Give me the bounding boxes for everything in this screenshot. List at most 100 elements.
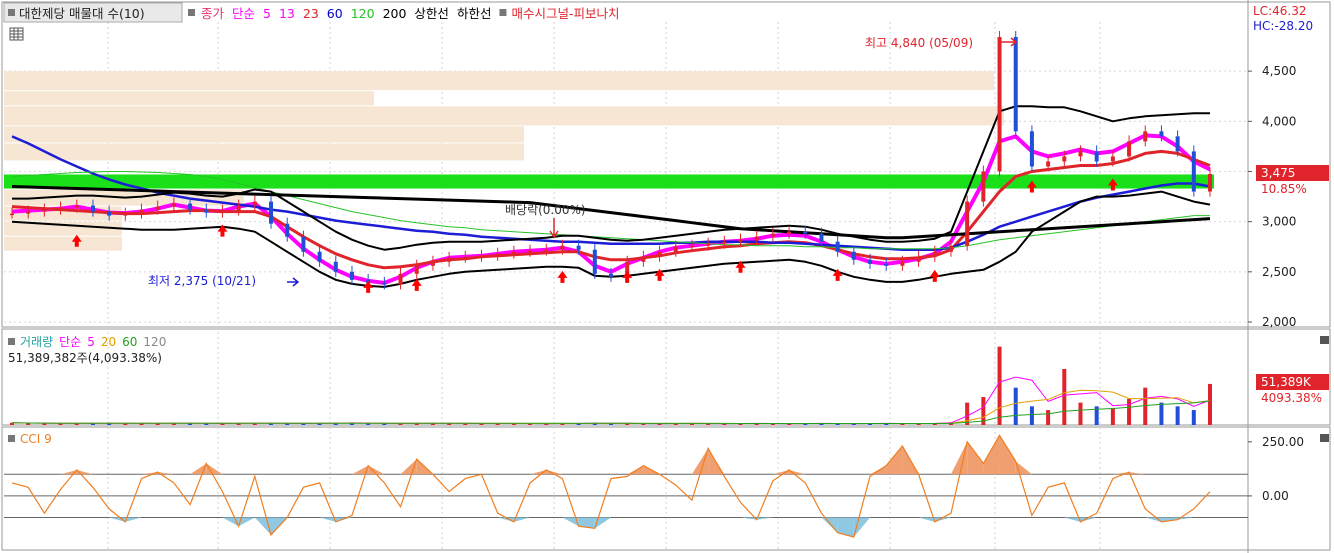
y-tick-label: 4,000 (1262, 114, 1296, 128)
volume-summary: 51,389,382주(4,093.38%) (8, 351, 162, 365)
volume-bar (1127, 398, 1132, 425)
buy-arrow-icon (557, 270, 568, 283)
price-y-axis: 4,5004,0003,5003,0002,5002,000 (1248, 64, 1296, 329)
dividend-arrow-icon (549, 218, 559, 239)
candle-body (1208, 173, 1212, 192)
volume-bar (1175, 406, 1180, 425)
candle-body (1175, 136, 1180, 152)
candle-body (42, 209, 47, 212)
candle-body (10, 213, 14, 216)
candle-body (981, 171, 986, 202)
stock-chart: 4,5004,0003,5003,0002,5002,0003,47510.85… (1, 0, 1331, 553)
candle-body (414, 265, 419, 274)
candle-body (884, 263, 889, 266)
candle-body (1110, 156, 1115, 162)
hc-value: HC:-28.20 (1253, 19, 1313, 33)
chart-header: 대한제당 매물대 수(10) 종가 단순 5 13 23 60 120 200 상한선 하한선 매수시… (3, 2, 1313, 41)
candle-body (220, 210, 225, 213)
candle-body (560, 245, 565, 250)
candle-body (1143, 131, 1148, 142)
cci-oversold-fill (513, 517, 531, 522)
high-price-annotation: 최고 4,840 (05/09) (865, 36, 973, 50)
legend-item: 200 (383, 6, 407, 21)
current-price-marker: 3,475 10.85% (1256, 165, 1329, 196)
candle-body (398, 273, 403, 285)
cci-overbought-fill (886, 446, 903, 475)
volume-bar (1062, 369, 1067, 425)
volume-bars (10, 346, 1212, 425)
cci-overbought-fill (999, 435, 1016, 475)
candle-body (511, 251, 516, 254)
cci-oversold-fill (125, 517, 142, 522)
candle-body (58, 207, 63, 210)
legend-square-icon (8, 9, 15, 16)
volume-bar (1013, 387, 1018, 425)
cci-overbought-fill (950, 441, 968, 475)
candle-body (657, 251, 662, 257)
dividend-annotation: 배당락(0.00%) (505, 203, 586, 217)
candle-body (641, 256, 646, 262)
candle-body (204, 209, 209, 213)
cci-oversold-fill (837, 517, 854, 538)
legend-square-icon (188, 9, 195, 16)
candle-body (236, 205, 241, 211)
candle-body (835, 241, 840, 252)
legend-item: 하한선 (457, 6, 492, 21)
candle-body (754, 236, 759, 240)
candle-body (430, 261, 435, 266)
candle-body (26, 211, 31, 214)
volume-bar (123, 423, 128, 425)
volume-legend-item: 20 (101, 335, 116, 349)
candle-body (333, 261, 338, 272)
candle-body (738, 239, 743, 242)
panel-close-icon[interactable] (1320, 336, 1329, 344)
candle-body (916, 256, 921, 262)
volume-bar (1208, 383, 1212, 425)
lc-value: LC:46.32 (1253, 4, 1306, 18)
volume-profile-bar (4, 71, 994, 91)
volume-bar (26, 423, 31, 425)
buy-arrow-icon (622, 270, 633, 283)
volume-bar (997, 346, 1002, 425)
volume-profile-bar (4, 236, 122, 251)
signal-legend-label: 매수시그널-피보나치 (511, 6, 619, 21)
high-arrow-icon (999, 37, 1018, 47)
cci-overbought-fill (206, 463, 223, 475)
cci-overbought-fill (967, 441, 984, 475)
current-volume-value: 51,389K (1261, 375, 1312, 389)
candle-body (1046, 161, 1051, 167)
cci-y-tick-label: 0.00 (1262, 489, 1289, 503)
current-price-value: 3,475 (1261, 166, 1295, 180)
candle-body (447, 257, 452, 262)
candle-body (1013, 37, 1018, 132)
cci-oversold-fill (319, 517, 336, 522)
candle-body (948, 245, 953, 252)
candle-body (819, 233, 824, 242)
candle-body (932, 251, 937, 257)
volume-bar (1029, 406, 1034, 425)
candle-body (90, 205, 95, 212)
candle-body (592, 249, 597, 274)
table-icon[interactable] (9, 27, 24, 41)
legend-item: 단순 (232, 6, 255, 21)
candle-body (495, 253, 500, 256)
candle-body (544, 249, 549, 252)
candle-body (997, 37, 1002, 172)
volume-legend-item: 단순 (59, 335, 81, 349)
candle-body (349, 271, 354, 280)
y-tick-label: 2,000 (1262, 315, 1296, 329)
y-tick-label: 2,500 (1262, 265, 1296, 279)
candle-body (139, 209, 144, 214)
candle-body (188, 203, 193, 210)
volume-profile-bar (4, 126, 524, 143)
candle-body (269, 201, 274, 224)
legend-square-icon (8, 435, 15, 442)
candle-body (1191, 151, 1196, 192)
volume-bar (1143, 387, 1148, 425)
candle-body (868, 259, 873, 264)
panel-close-icon[interactable] (1320, 434, 1329, 442)
volume-header: 거래량 단순 5 20 60 120 51,389,382주(4,093.38%) 51,38… (8, 335, 1329, 405)
candle-body (301, 236, 306, 252)
candle-body (317, 251, 322, 262)
candle-body (1062, 156, 1067, 162)
